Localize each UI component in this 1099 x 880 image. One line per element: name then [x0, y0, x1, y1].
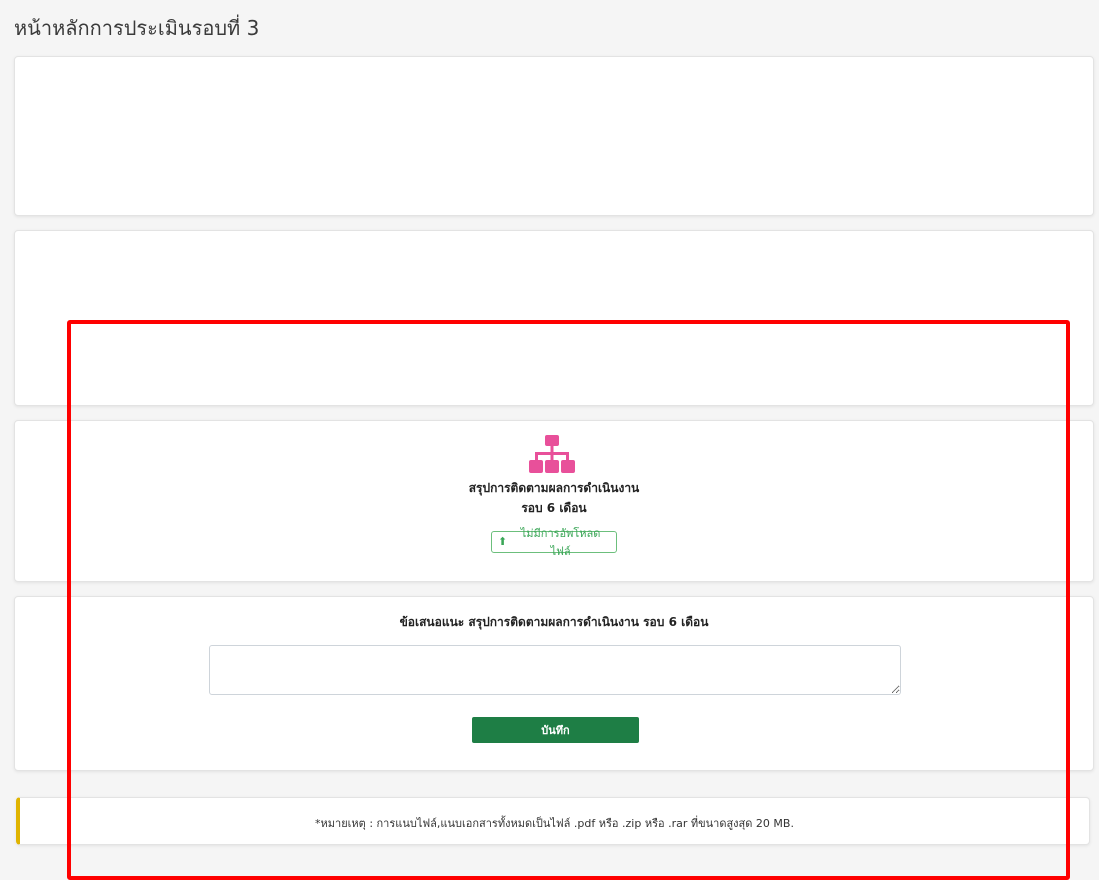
blank-card-top [14, 56, 1094, 216]
note-text: *หมายเหตุ : การแนบไฟล์,แนบเอกสารทั้งหมดเ… [315, 817, 794, 830]
note-alert: *หมายเหตุ : การแนบไฟล์,แนบเอกสารทั้งหมดเ… [16, 797, 1090, 845]
summary-subtitle: รอบ 6 เดือน [521, 501, 587, 515]
sitemap-icon [529, 435, 575, 473]
suggestion-card: ข้อเสนอแนะ สรุปการติดตามผลการดำเนินงาน ร… [14, 596, 1094, 771]
save-button[interactable]: บันทึก [472, 717, 639, 743]
suggestion-textarea[interactable] [209, 645, 901, 695]
blank-card-middle [14, 230, 1094, 406]
page-title: หน้าหลักการประเมินรอบที่ 3 [14, 16, 260, 40]
upload-icon: ⬆ [498, 535, 508, 548]
upload-file-button[interactable]: ⬆ ไม่มีการอัพโหลดไฟล์ [491, 528, 617, 558]
upload-button-label: ไม่มีการอัพโหลดไฟล์ [520, 528, 601, 558]
suggestion-title: ข้อเสนอแนะ สรุปการติดตามผลการดำเนินงาน ร… [399, 615, 709, 629]
summary-card: สรุปการติดตามผลการดำเนินงาน รอบ 6 เดือน … [14, 420, 1094, 582]
summary-title: สรุปการติดตามผลการดำเนินงาน [468, 481, 640, 495]
